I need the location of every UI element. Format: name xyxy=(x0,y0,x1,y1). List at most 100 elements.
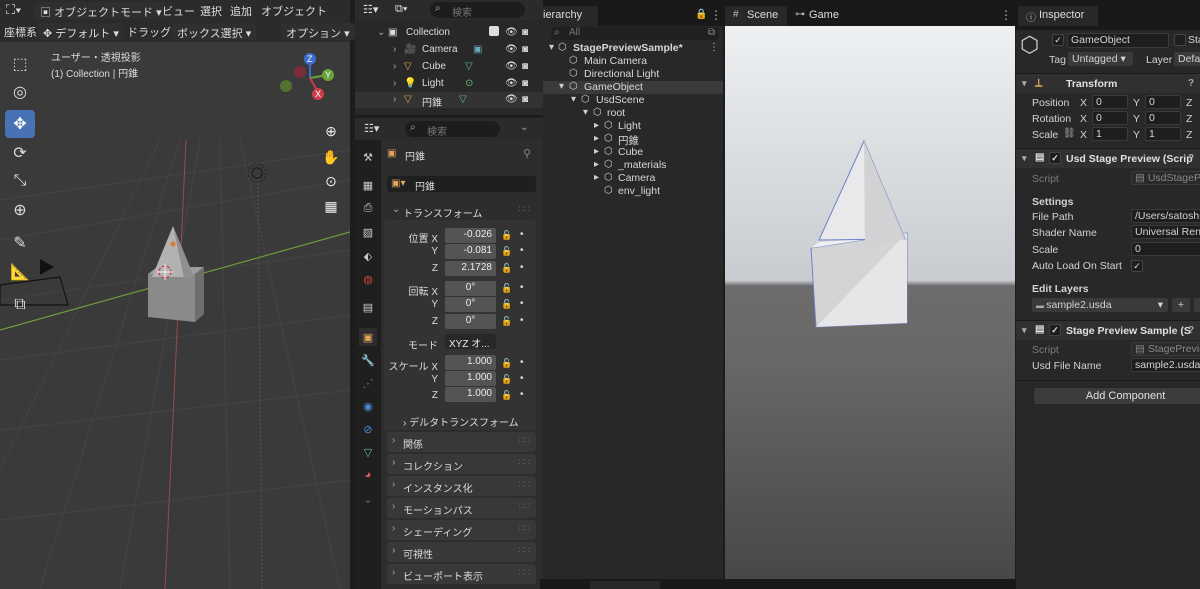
camera-icon[interactable]: ◙ xyxy=(522,44,528,55)
usd-file-name-field[interactable]: sample2.usda xyxy=(1131,358,1200,372)
outliner-item-cone[interactable]: › ▽ 円錐 ▽ 👁 ◙ xyxy=(355,92,543,109)
material-tab[interactable]: ◕ xyxy=(359,466,377,484)
hierarchy-item-cone[interactable]: ▸ ⬡ 円錐 xyxy=(543,133,723,147)
location-x-field[interactable]: -0.026 xyxy=(445,228,496,243)
particles-tab[interactable]: ⋰ xyxy=(359,374,377,392)
section-shading[interactable]: › シェーディング ∷∷ xyxy=(387,520,536,540)
section-relations[interactable]: › 関係 ∷∷ xyxy=(387,432,536,452)
zoom-button[interactable]: ⊕ xyxy=(318,118,344,144)
rotate-tool[interactable]: ⟳ xyxy=(5,139,35,167)
outliner-item-cube[interactable]: › ▽ Cube ▽ 👁 ◙ xyxy=(355,59,543,75)
drag-dropdown[interactable]: ボックス選択 ▾ xyxy=(172,23,257,40)
section-instancing[interactable]: › インスタンス化 ∷∷ xyxy=(387,476,536,496)
keyframe-dot-icon[interactable]: • xyxy=(520,262,524,273)
unity-scene-view[interactable] xyxy=(725,26,1015,579)
script-field[interactable]: ▤ UsdStagePre xyxy=(1131,171,1200,185)
collection-tab[interactable]: ▤ xyxy=(359,298,377,316)
position-x-field[interactable]: 0 xyxy=(1092,95,1128,109)
hierarchy-tab[interactable]: ierarchy xyxy=(543,6,598,26)
eye-icon[interactable]: 👁 xyxy=(505,61,518,72)
object-name-field[interactable]: ▣▾ 円錐 xyxy=(387,176,536,193)
navigation-gizmo[interactable]: Z Y X xyxy=(278,50,348,108)
measure-tool[interactable]: 📐 xyxy=(5,258,35,286)
more-vertical-icon[interactable]: ⋮ xyxy=(1000,8,1012,22)
camera-icon[interactable]: ◙ xyxy=(522,94,528,105)
lock-icon[interactable]: 🔓 xyxy=(501,358,512,369)
location-y-field[interactable]: -0.081 xyxy=(445,244,496,259)
filter-icon[interactable]: ⧉▾ xyxy=(395,3,407,16)
editor-type-icon[interactable]: ⛶▾ xyxy=(6,2,21,18)
outliner-item-collection[interactable]: ⌄ ▣ Collection 👁 ◙ xyxy=(355,25,543,41)
keyframe-dot-icon[interactable]: • xyxy=(520,315,524,326)
outliner-search-input[interactable]: ⌕ 検索 xyxy=(430,2,525,19)
render-tab[interactable]: ▦ xyxy=(359,176,377,194)
camera-view-button[interactable]: ⊙ xyxy=(318,168,344,194)
auto-load-checkbox[interactable]: ✓ xyxy=(1131,260,1143,272)
scale-z-field[interactable]: 1.000 xyxy=(445,387,496,402)
properties-search-input[interactable]: ⌕ 検索 xyxy=(405,121,500,138)
camera-icon[interactable]: ◙ xyxy=(522,61,528,72)
more-vertical-icon[interactable]: ⋮ xyxy=(710,8,722,22)
editor-type-icon[interactable]: ☷▾ xyxy=(364,122,379,135)
hierarchy-item-light[interactable]: ▸ ⬡ Light xyxy=(543,120,723,133)
pan-button[interactable]: ✋ xyxy=(318,144,344,170)
pin-icon[interactable]: ⚲ xyxy=(523,147,531,160)
edit-layers-dropdown[interactable]: ▬ sample2.usda ▾ xyxy=(1032,298,1168,312)
menu-add[interactable]: 追加 xyxy=(230,3,252,19)
scene-tab[interactable]: ⬖ xyxy=(359,247,377,265)
scale-y-field[interactable]: 1 xyxy=(1145,127,1181,141)
delta-transform-subpanel[interactable]: › デルタトランスフォーム xyxy=(403,414,519,429)
view-layer-tab[interactable]: ▨ xyxy=(359,223,377,241)
help-icon[interactable]: ? xyxy=(1188,153,1194,164)
section-visibility[interactable]: › 可視性 ∷∷ xyxy=(387,542,536,562)
keyframe-dot-icon[interactable]: • xyxy=(520,282,524,293)
lock-icon[interactable]: 🔓 xyxy=(501,316,512,327)
move-tool[interactable]: ✥ xyxy=(5,110,35,138)
hierarchy-item-env-light[interactable]: ⬡ env_light xyxy=(543,185,723,198)
display-mode-icon[interactable]: ☷▾ xyxy=(363,3,378,16)
scale-y-field[interactable]: 1.000 xyxy=(445,371,496,386)
light-object-icon[interactable] xyxy=(246,162,268,184)
add-component-button[interactable]: Add Component xyxy=(1033,387,1200,405)
static-checkbox[interactable] xyxy=(1174,34,1186,46)
mode-dropdown[interactable]: ▣ オブジェクトモード ▾ xyxy=(35,2,167,19)
section-motion-paths[interactable]: › モーションパス ∷∷ xyxy=(387,498,536,518)
transform-panel-header[interactable]: ⌄ トランスフォーム ∷∷ xyxy=(387,201,536,221)
hierarchy-search-input[interactable]: ⌕ All ⧉ xyxy=(551,27,719,40)
filter-search-icon[interactable]: ⧉ xyxy=(708,27,715,38)
hierarchy-item-gameobject[interactable]: ▾ ⬡ GameObject xyxy=(543,81,723,94)
rotation-y-field[interactable]: 0° xyxy=(445,297,496,312)
hierarchy-item-main-camera[interactable]: ⬡ Main Camera xyxy=(543,55,723,68)
keyframe-dot-icon[interactable]: • xyxy=(520,373,524,384)
lock-icon[interactable]: 🔓 xyxy=(501,230,512,241)
script-field[interactable]: ▤ StagePrevie xyxy=(1131,342,1200,356)
eye-icon[interactable]: 👁 xyxy=(505,27,518,38)
keyframe-dot-icon[interactable]: • xyxy=(520,229,524,240)
keyframe-dot-icon[interactable]: • xyxy=(520,245,524,256)
console-tab[interactable] xyxy=(590,581,660,589)
help-icon[interactable]: ? xyxy=(1188,78,1194,89)
location-z-field[interactable]: 2.1728 xyxy=(445,261,496,276)
gameobject-name-field[interactable]: GameObject xyxy=(1067,33,1169,48)
drag-handle-icon[interactable]: ∷∷ xyxy=(519,204,530,215)
active-checkbox[interactable]: ✓ xyxy=(1052,34,1064,46)
add-layer-button[interactable]: + xyxy=(1172,298,1190,312)
component-enabled-checkbox[interactable]: ✓ xyxy=(1049,324,1061,336)
transform-component-header[interactable]: ▾ ⟂ Transform ? xyxy=(1016,73,1200,93)
hierarchy-item-usdscene[interactable]: ▾ ⬡ UsdScene xyxy=(543,94,723,107)
more-tabs[interactable]: ⌄ xyxy=(359,490,377,508)
rotation-mode-dropdown[interactable]: XYZ オ... ⌄ xyxy=(445,334,496,361)
scale-field[interactable]: 0 xyxy=(1131,242,1200,256)
ortho-toggle-button[interactable]: ▦ xyxy=(318,193,344,219)
add-cube-tool[interactable]: ⧉ xyxy=(5,291,35,319)
camera-icon[interactable]: ◙ xyxy=(522,27,528,38)
scale-x-field[interactable]: 1.000 xyxy=(445,355,496,370)
select-box-tool[interactable]: ⬚ xyxy=(5,50,35,78)
help-icon[interactable]: ? xyxy=(1188,325,1194,336)
eye-icon[interactable]: 👁 xyxy=(505,94,518,105)
menu-select[interactable]: 選択 xyxy=(200,3,222,19)
chevron-down-icon[interactable]: ⌄ xyxy=(520,122,528,133)
file-path-field[interactable]: /Users/satoshi xyxy=(1131,209,1200,223)
physics-tab[interactable]: ◉ xyxy=(359,397,377,415)
lock-icon[interactable]: 🔒 xyxy=(695,9,707,20)
